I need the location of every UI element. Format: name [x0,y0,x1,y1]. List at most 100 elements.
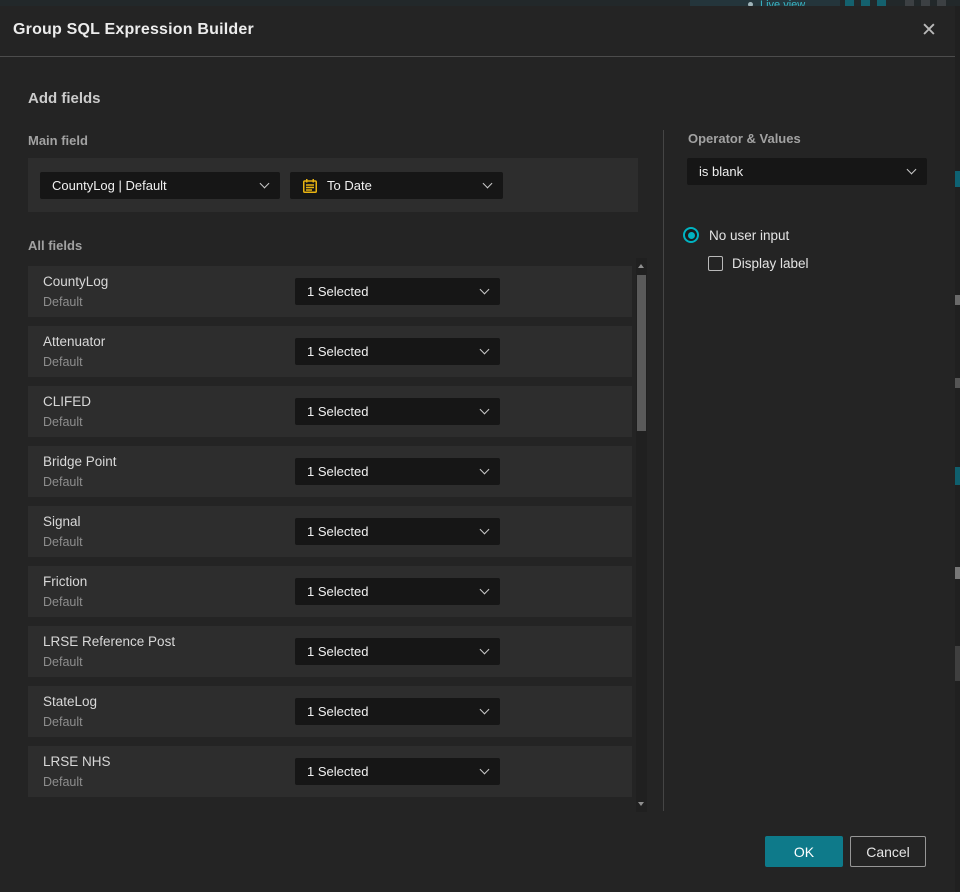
background-app-right-edge [955,6,960,892]
all-fields-label: All fields [28,238,83,253]
field-selected-dropdown[interactable]: 1 Selected [295,698,500,725]
field-selected-value: 1 Selected [307,284,369,299]
add-fields-heading: Add fields [28,90,101,107]
field-selected-dropdown[interactable]: 1 Selected [295,278,500,305]
background-edge-fragment [955,467,960,485]
chevron-down-icon [479,704,490,715]
main-field-type-value: To Date [327,178,372,193]
operator-dropdown-value: is blank [699,164,744,179]
field-name: LRSE NHS [43,754,111,769]
all-fields-scrollbar[interactable] [636,258,647,812]
field-name: Friction [43,574,88,589]
background-edge-fragment [955,171,960,187]
main-field-dropdown-value: CountyLog | Default [52,178,167,193]
field-selected-value: 1 Selected [307,584,369,599]
chevron-down-icon [479,344,490,355]
chevron-down-icon [479,284,490,295]
dialog-title: Group SQL Expression Builder [13,21,254,38]
field-selected-value: 1 Selected [307,404,369,419]
live-view-label: Live view [760,0,806,6]
field-sub: Default [43,595,83,609]
main-field-label: Main field [28,133,88,148]
field-sub: Default [43,775,83,789]
background-app-top-edge: Live view [0,0,960,6]
display-label-text: Display label [732,256,809,271]
close-icon[interactable]: ✕ [917,19,941,43]
main-field-box: CountyLog | Default To Date [28,158,638,212]
scrollbar-up-arrow-icon[interactable] [638,264,644,268]
field-selected-value: 1 Selected [307,644,369,659]
field-selected-dropdown[interactable]: 1 Selected [295,578,500,605]
all-fields-list: CountyLog Default 1 Selected Attenuator … [28,266,632,806]
background-edge-fragment [955,295,960,305]
scrollbar-down-arrow-icon[interactable] [638,802,644,806]
operator-dropdown[interactable]: is blank [687,158,927,185]
field-name: Attenuator [43,334,106,349]
checkbox-unchecked-icon [708,256,723,271]
main-field-dropdown[interactable]: CountyLog | Default [40,172,280,199]
field-row: LRSE Reference Post Default 1 Selected [28,626,632,677]
background-toolbar-fragment [861,0,870,6]
field-row: CountyLog Default 1 Selected [28,266,632,317]
background-toolbar-fragment [845,0,854,6]
group-sql-expression-builder-dialog: Group SQL Expression Builder ✕ Add field… [0,6,955,892]
field-name: LRSE Reference Post [43,634,176,649]
panel-divider [663,130,664,811]
ok-button[interactable]: OK [765,836,843,867]
chevron-down-icon [479,764,490,775]
field-selected-dropdown[interactable]: 1 Selected [295,758,500,785]
field-sub: Default [43,295,83,309]
chevron-down-icon [479,584,490,595]
field-selected-value: 1 Selected [307,464,369,479]
field-name: Signal [43,514,81,529]
background-toolbar-fragment [877,0,886,6]
field-selected-dropdown[interactable]: 1 Selected [295,638,500,665]
no-user-input-label: No user input [709,227,790,243]
main-field-type-dropdown[interactable]: To Date [290,172,503,199]
chevron-down-icon [259,178,270,189]
chevron-down-icon [906,164,917,175]
field-name: StateLog [43,694,98,709]
scrollbar-thumb[interactable] [637,275,646,431]
field-name: CLIFED [43,394,92,409]
field-selected-value: 1 Selected [307,764,369,779]
field-selected-value: 1 Selected [307,344,369,359]
field-selected-value: 1 Selected [307,524,369,539]
field-sub: Default [43,355,83,369]
field-row: Signal Default 1 Selected [28,506,632,557]
field-selected-dropdown[interactable]: 1 Selected [295,518,500,545]
field-sub: Default [43,475,83,489]
field-sub: Default [43,715,83,729]
live-view-dot-icon [748,2,753,6]
field-selected-value: 1 Selected [307,704,369,719]
chevron-down-icon [479,404,490,415]
field-row: CLIFED Default 1 Selected [28,386,632,437]
radio-selected-icon [683,227,699,243]
field-name: Bridge Point [43,454,117,469]
chevron-down-icon [479,464,490,475]
cancel-button[interactable]: Cancel [850,836,926,867]
field-sub: Default [43,415,83,429]
field-row: Attenuator Default 1 Selected [28,326,632,377]
background-toolbar-fragment [937,0,946,6]
calendar-icon [302,178,318,194]
operator-values-label: Operator & Values [688,131,801,146]
background-edge-fragment [955,646,960,681]
background-edge-fragment [955,378,960,388]
field-name: CountyLog [43,274,109,289]
background-edge-fragment [955,567,960,579]
field-row: Friction Default 1 Selected [28,566,632,617]
field-sub: Default [43,655,83,669]
field-row: StateLog Default 1 Selected [28,686,632,737]
field-row: Bridge Point Default 1 Selected [28,446,632,497]
field-selected-dropdown[interactable]: 1 Selected [295,398,500,425]
field-selected-dropdown[interactable]: 1 Selected [295,338,500,365]
no-user-input-radio[interactable]: No user input [683,227,789,243]
field-sub: Default [43,535,83,549]
dialog-title-bar: Group SQL Expression Builder ✕ [0,6,955,57]
display-label-checkbox[interactable]: Display label [708,256,809,271]
field-row: LRSE NHS Default 1 Selected [28,746,632,797]
chevron-down-icon [479,644,490,655]
field-selected-dropdown[interactable]: 1 Selected [295,458,500,485]
chevron-down-icon [479,524,490,535]
